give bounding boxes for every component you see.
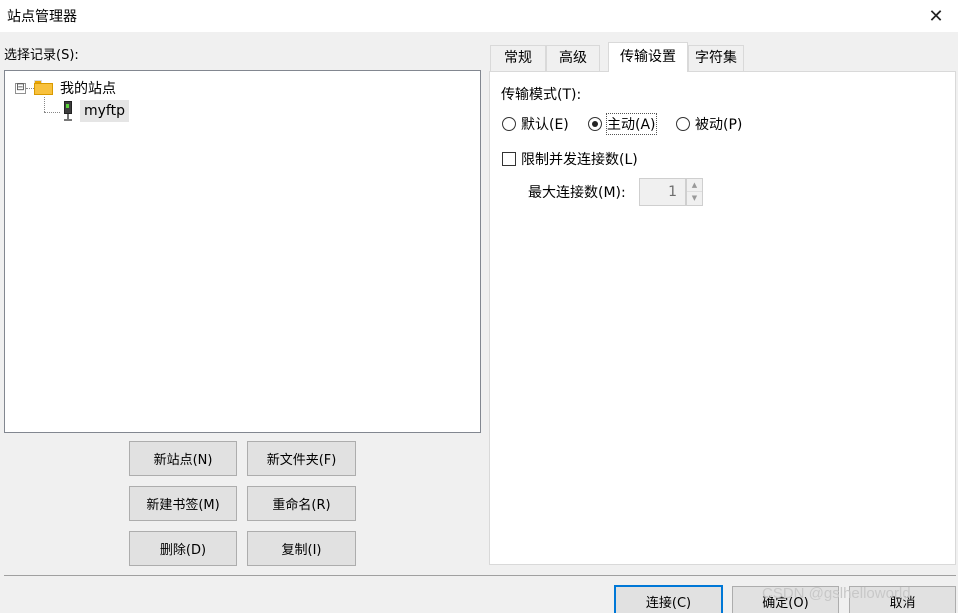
tree-connector	[44, 112, 60, 113]
tab-general[interactable]: 常规	[490, 45, 546, 71]
tree-collapse-icon[interactable]: ⊟	[15, 83, 26, 94]
close-icon: ✕	[928, 5, 944, 27]
radio-active[interactable]	[588, 117, 602, 131]
site-tree[interactable]: ⊟ 我的站点 myftp	[4, 70, 481, 433]
tree-root-my-sites[interactable]: 我的站点	[60, 78, 116, 98]
limit-connections-checkbox[interactable]	[502, 152, 516, 166]
radio-passive-label[interactable]: 被动(P)	[695, 114, 742, 134]
title-bar: 站点管理器 ✕	[0, 0, 958, 32]
tree-connector	[44, 97, 45, 112]
select-entry-label: 选择记录(S):	[4, 48, 79, 63]
tab-advanced[interactable]: 高级	[546, 45, 600, 71]
limit-connections-label[interactable]: 限制并发连接数(L)	[521, 149, 638, 169]
max-connections-spinner[interactable]: ▲ ▼	[686, 178, 703, 206]
new-folder-button[interactable]: 新文件夹(F)	[247, 441, 356, 476]
radio-default[interactable]	[502, 117, 516, 131]
radio-passive[interactable]	[676, 117, 690, 131]
new-site-button[interactable]: 新站点(N)	[129, 441, 237, 476]
spin-down-icon[interactable]: ▼	[687, 192, 702, 205]
delete-button[interactable]: 删除(D)	[129, 531, 237, 566]
tab-transfer-settings[interactable]: 传输设置	[608, 42, 688, 72]
window-title: 站点管理器	[7, 9, 77, 25]
connect-button[interactable]: 连接(C)	[614, 585, 723, 613]
tree-connector	[26, 88, 34, 89]
radio-active-label[interactable]: 主动(A)	[606, 113, 657, 135]
folder-icon	[34, 80, 53, 95]
new-bookmark-button[interactable]: 新建书签(M)	[129, 486, 237, 521]
rename-button[interactable]: 重命名(R)	[247, 486, 356, 521]
transfer-settings-panel: 传输模式(T): 默认(E) 主动(A) 被动(P) 限制并发连接数(L) 最大…	[489, 71, 956, 565]
copy-button[interactable]: 复制(I)	[247, 531, 356, 566]
footer-separator	[4, 575, 956, 576]
close-button[interactable]: ✕	[914, 0, 958, 32]
max-connections-input[interactable]: 1	[639, 178, 686, 206]
tree-item-myftp[interactable]: myftp	[80, 100, 129, 122]
tab-charset[interactable]: 字符集	[688, 45, 744, 71]
max-connections-label: 最大连接数(M):	[528, 185, 626, 201]
server-icon	[63, 101, 73, 121]
transfer-mode-label: 传输模式(T):	[501, 87, 582, 103]
spin-up-icon[interactable]: ▲	[687, 179, 702, 192]
radio-default-label[interactable]: 默认(E)	[521, 114, 569, 134]
watermark: CSDN @gslhelloworld	[762, 585, 911, 602]
